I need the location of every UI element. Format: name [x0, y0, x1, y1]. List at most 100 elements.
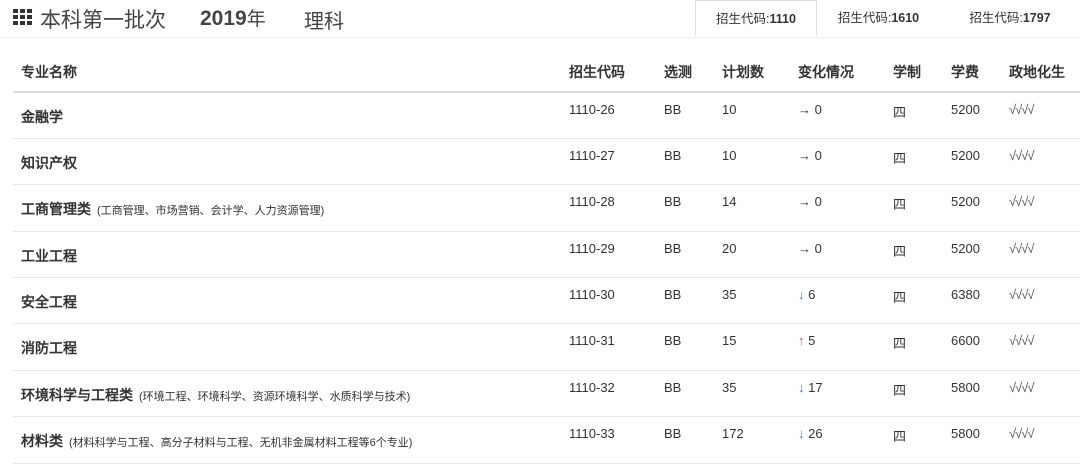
table-row: 金融学 1110-26 BB 10 → 0 四 5200 √√√√ — [13, 92, 1080, 139]
plan-cell: 14 — [714, 184, 790, 232]
change-arrow-icon: ↓ — [798, 426, 805, 442]
change-arrow-icon: → — [798, 194, 811, 210]
change-value: 0 — [814, 147, 822, 163]
major-name-cell: 工业工程 — [13, 231, 561, 279]
change-arrow-icon: → — [798, 240, 811, 256]
code-cell: 1110-31 — [561, 323, 656, 371]
test-cell: BB — [656, 277, 714, 325]
major-name-cell: 工商管理类 (工商管理、市场营销、会计学、人力资源管理) — [13, 184, 561, 232]
major-name-cell: 消防工程 — [13, 323, 561, 371]
table-row: 工业工程 1110-29 BB 20 → 0 四 5200 √√√√ — [13, 231, 1080, 279]
fee-cell: 5200 — [943, 231, 1001, 279]
year-label: 2019年 — [200, 4, 266, 31]
major-name: 金融学 — [21, 109, 63, 125]
test-cell: BB — [656, 231, 714, 279]
code-cell: 1110-33 — [561, 416, 656, 464]
years-cell: 四 — [885, 92, 943, 139]
major-subtitle: (工商管理、市场营销、会计学、人力资源管理) — [97, 205, 325, 218]
plan-cell: 35 — [714, 277, 790, 325]
col-header-change: 变化情况 — [790, 52, 885, 93]
code-cell: 1110-26 — [561, 92, 656, 139]
table-row: 消防工程 1110-31 BB 15 ↑ 5 四 6600 √√√√ — [13, 323, 1080, 371]
test-cell: BB — [656, 184, 714, 232]
major-name-cell: 材料类 (材料科学与工程、高分子材料与工程、无机非金属材料工程等6个专业) — [13, 416, 561, 464]
major-name: 知识产权 — [21, 154, 77, 171]
change-value: 0 — [814, 240, 822, 256]
fee-cell: 5200 — [943, 92, 1001, 139]
tab-code-1797[interactable]: 招生代码:1797 — [940, 0, 1080, 36]
test-cell: BB — [656, 92, 714, 139]
years-cell: 四 — [885, 416, 943, 464]
test-cell: BB — [656, 370, 714, 418]
plan-cell: 20 — [714, 231, 790, 279]
table-header-row: 专业名称 招生代码 选测 计划数 变化情况 学制 学费 政地化生 — [13, 52, 1080, 93]
tab-code: 1110 — [769, 12, 796, 26]
code-cell: 1110-29 — [561, 231, 656, 279]
plan-cell: 10 — [714, 138, 790, 186]
year-suffix: 年 — [246, 8, 266, 30]
fee-cell: 5800 — [943, 370, 1001, 418]
change-arrow-icon: ↓ — [798, 287, 805, 303]
major-name: 消防工程 — [21, 340, 77, 357]
col-header-years: 学制 — [885, 52, 943, 93]
change-arrow-icon: → — [798, 102, 811, 117]
col-header-code: 招生代码 — [561, 52, 656, 93]
years-cell: 四 — [885, 370, 943, 418]
subjects-cell: √√√√ — [1001, 416, 1080, 464]
change-value: 0 — [814, 102, 822, 117]
change-cell: ↓ 17 — [790, 370, 885, 418]
code-tabs: 招生代码:1110 招生代码:1610 招生代码:1797 — [695, 0, 1080, 36]
plan-cell: 172 — [714, 416, 790, 464]
major-name-cell: 环境科学与工程类 (环境工程、环境科学、资源环境科学、水质科学与技术) — [13, 370, 561, 418]
year-number: 2019 — [200, 7, 247, 30]
tab-code: 1797 — [1022, 11, 1051, 25]
years-cell: 四 — [885, 138, 943, 186]
fee-cell: 5200 — [943, 138, 1001, 186]
plan-cell: 35 — [714, 370, 790, 418]
grid-menu-icon[interactable] — [13, 9, 32, 25]
table-row: 知识产权 1110-27 BB 10 → 0 四 5200 √√√√ — [13, 138, 1080, 186]
subjects-cell: √√√√ — [1001, 231, 1080, 279]
fee-cell: 5800 — [943, 416, 1001, 464]
col-header-name: 专业名称 — [13, 52, 561, 93]
subjects-cell: √√√√ — [1001, 92, 1080, 139]
code-cell: 1110-32 — [561, 370, 656, 418]
change-cell: ↑ 5 — [790, 323, 885, 371]
table-row: 环境科学与工程类 (环境工程、环境科学、资源环境科学、水质科学与技术) 1110-… — [13, 370, 1080, 418]
change-value: 26 — [808, 426, 823, 442]
change-arrow-icon: ↓ — [798, 379, 805, 395]
major-name-cell: 安全工程 — [13, 277, 561, 325]
majors-table: 专业名称 招生代码 选测 计划数 变化情况 学制 学费 政地化生 金融学 111… — [13, 52, 1080, 464]
change-arrow-icon: ↑ — [798, 333, 805, 349]
major-subtitle: (环境工程、环境科学、资源环境科学、水质科学与技术) — [139, 390, 411, 403]
major-subtitle: (材料科学与工程、高分子材料与工程、无机非金属材料工程等6个专业) — [69, 437, 413, 450]
change-cell: ↓ 6 — [790, 277, 885, 325]
col-header-fee: 学费 — [943, 52, 1001, 93]
subjects-cell: √√√√ — [1001, 370, 1080, 418]
change-cell: → 0 — [790, 138, 885, 186]
header-divider — [0, 37, 1080, 38]
tab-code-1110[interactable]: 招生代码:1110 — [695, 0, 817, 36]
change-value: 5 — [808, 333, 816, 349]
col-header-subjects: 政地化生 — [1001, 52, 1080, 93]
change-value: 6 — [808, 287, 816, 303]
col-header-test: 选测 — [656, 52, 714, 93]
major-name-cell: 知识产权 — [13, 138, 561, 186]
fee-cell: 6600 — [943, 323, 1001, 371]
tab-code: 1610 — [891, 11, 920, 25]
tab-label: 招生代码: — [837, 11, 892, 25]
major-name: 材料类 — [21, 433, 63, 450]
tab-label: 招生代码: — [716, 12, 770, 26]
years-cell: 四 — [885, 231, 943, 279]
change-cell: → 0 — [790, 184, 885, 232]
years-cell: 四 — [885, 184, 943, 232]
change-value: 0 — [814, 194, 822, 210]
years-cell: 四 — [885, 277, 943, 325]
tab-code-1610[interactable]: 招生代码:1610 — [817, 0, 940, 36]
change-cell: → 0 — [790, 231, 885, 279]
subjects-cell: √√√√ — [1001, 184, 1080, 232]
test-cell: BB — [656, 416, 714, 464]
subject-label: 理科 — [304, 9, 344, 33]
fee-cell: 5200 — [943, 184, 1001, 232]
subjects-cell: √√√√ — [1001, 277, 1080, 325]
